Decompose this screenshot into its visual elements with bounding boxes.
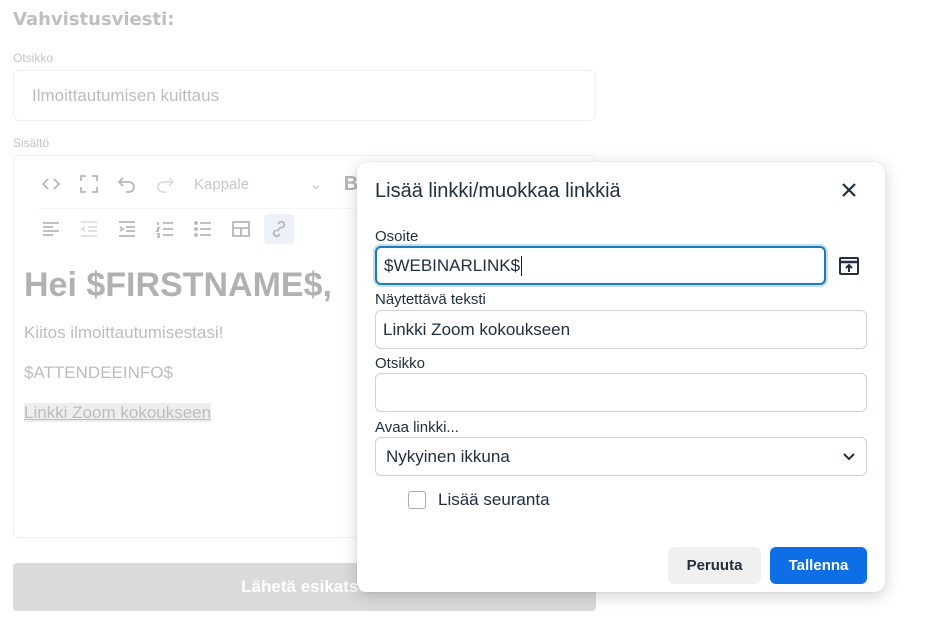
dialog-title: Lisää linkki/muokkaa linkkiä: [375, 180, 621, 202]
code-icon[interactable]: [36, 169, 66, 199]
browse-icon[interactable]: [836, 253, 862, 279]
subject-value: Ilmoittautumisen kuittaus: [32, 85, 220, 105]
open-link-select[interactable]: Nykyinen ikkuna: [375, 437, 867, 476]
display-text-value: Linkki Zoom kokoukseen: [383, 319, 571, 339]
indent-icon[interactable]: [112, 214, 142, 244]
fullscreen-icon[interactable]: [74, 169, 104, 199]
block-format-select[interactable]: Kappale ⌄: [188, 169, 328, 199]
chevron-down-icon: ⌄: [309, 176, 322, 193]
title-label: Otsikko: [375, 355, 426, 372]
toolbar-row-1: Kappale ⌄ B: [36, 164, 374, 204]
display-text-input[interactable]: Linkki Zoom kokoukseen: [375, 310, 867, 349]
redo-icon[interactable]: [150, 169, 180, 199]
chevron-down-icon: [842, 447, 856, 467]
subject-input[interactable]: Ilmoittautumisen kuittaus: [13, 70, 596, 121]
url-label: Osoite: [375, 228, 419, 245]
cancel-button[interactable]: Peruuta: [668, 547, 761, 584]
save-button[interactable]: Tallenna: [770, 547, 867, 584]
tracking-checkbox[interactable]: [408, 491, 426, 509]
bullet-list-icon[interactable]: [188, 214, 218, 244]
subject-label: Otsikko: [13, 51, 54, 65]
open-link-value: Nykyinen ikkuna: [386, 446, 510, 466]
content-label: Sisältö: [13, 136, 50, 150]
numbered-list-icon[interactable]: [150, 214, 180, 244]
close-icon[interactable]: [837, 178, 861, 202]
undo-icon[interactable]: [112, 169, 142, 199]
outdent-icon[interactable]: [74, 214, 104, 244]
table-icon[interactable]: [226, 214, 256, 244]
tracking-option[interactable]: Lisää seuranta: [408, 490, 550, 510]
tracking-label: Lisää seuranta: [438, 490, 550, 509]
block-format-value: Kappale: [194, 175, 250, 193]
url-value: $WEBINARLINK$: [384, 255, 521, 275]
link-icon[interactable]: [264, 213, 294, 244]
link-dialog: Lisää linkki/muokkaa linkkiä Osoite $WEB…: [357, 162, 885, 592]
align-left-icon[interactable]: [36, 214, 66, 244]
open-link-label: Avaa linkki...: [375, 419, 459, 436]
display-text-label: Näytettävä teksti: [375, 291, 486, 308]
section-title: Vahvistusviesti:: [13, 9, 175, 30]
editor-link[interactable]: Linkki Zoom kokoukseen: [24, 403, 212, 422]
text-caret: [521, 255, 523, 276]
title-input[interactable]: [375, 373, 867, 412]
url-input[interactable]: $WEBINARLINK$: [375, 246, 826, 285]
